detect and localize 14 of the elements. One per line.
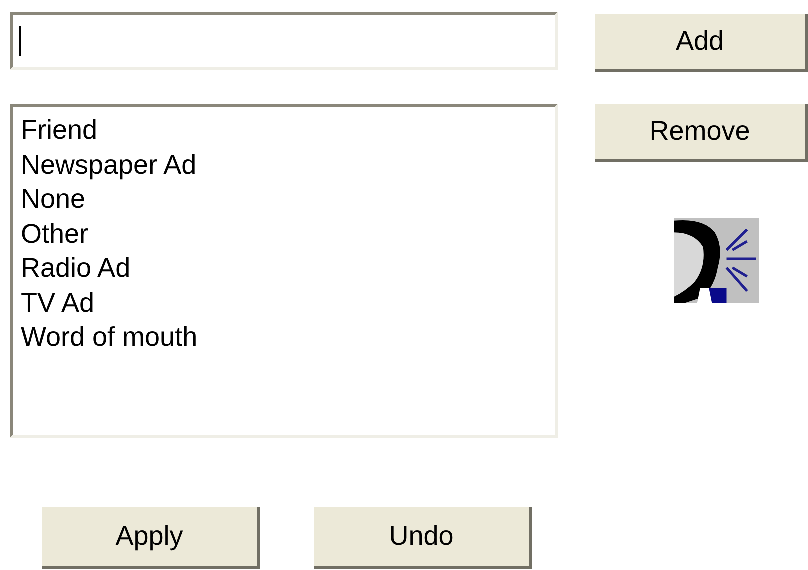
list-item[interactable]: Other [21,216,547,251]
list-item[interactable]: Word of mouth [21,320,547,354]
list-item[interactable]: Friend [21,113,547,148]
list-item[interactable]: Radio Ad [21,251,547,286]
list-box[interactable]: Friend Newspaper Ad None Other Radio Ad TV Ad Word of mouth [10,104,558,438]
speaking-person-icon [673,218,760,303]
action-button[interactable]: Undo [314,507,532,569]
action-button[interactable]: Apply [42,507,260,569]
list-item[interactable]: TV Ad [21,286,547,320]
list-item[interactable]: None [21,182,547,216]
text-field[interactable] [10,12,558,70]
list-item[interactable]: Newspaper Ad [21,148,547,182]
action-button[interactable]: Remove [595,104,808,162]
action-button[interactable]: Add [595,14,808,72]
